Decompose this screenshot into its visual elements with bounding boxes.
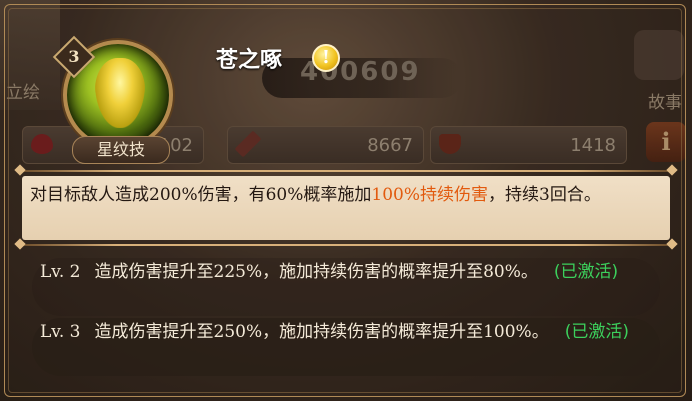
activated-status: (已激活) [564,322,629,342]
level-2-text: Lv. 2 造成伤害提升至225%，施加持续伤害的概率提升至80%。 (已激活) [40,258,660,286]
skill-bird-icon [95,58,145,128]
bottom-divider [14,238,678,250]
level-tag: Lv. 2 [40,262,81,282]
description-part1: 对目标敌人造成200%伤害，有60%概率施加 [30,185,372,205]
level-3-text: Lv. 3 造成伤害提升至250%，施加持续伤害的概率提升至100%。 (已激活) [40,318,660,346]
level-effect: 造成伤害提升至250%，施加持续伤害的概率提升至100%。 [94,322,549,342]
skill-name: 苍之啄 [216,48,283,73]
activated-status: (已激活) [553,262,619,282]
skill-level-value: 3 [68,47,80,66]
description-highlight: 100%持续伤害 [371,185,488,205]
level-tag: Lv. 3 [40,322,81,342]
top-divider [14,164,678,176]
skill-type-label: 星纹技 [72,136,170,164]
description-part2: ，持续3回合。 [488,185,601,205]
exclamation-icon[interactable]: ! [312,44,340,72]
level-effect: 造成伤害提升至225%，施加持续伤害的概率提升至80%。 [94,262,538,282]
skill-description: 对目标敌人造成200%伤害，有60%概率施加100%持续伤害，持续3回合。 [30,181,664,210]
